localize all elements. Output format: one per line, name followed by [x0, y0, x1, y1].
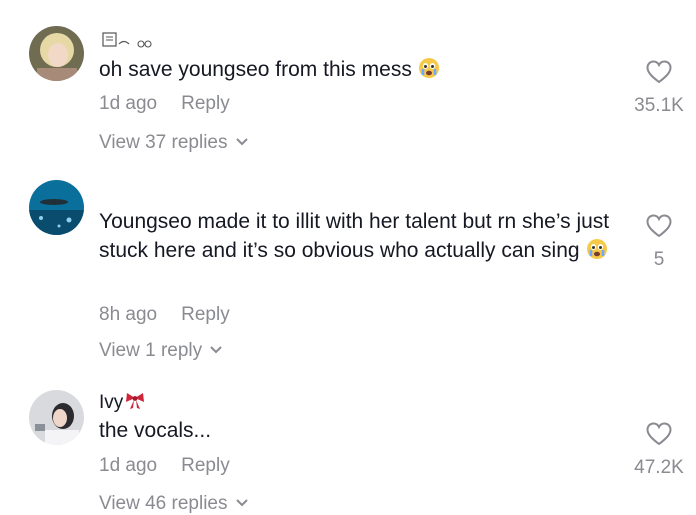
avatar[interactable] — [29, 390, 84, 445]
timestamp: 1d ago — [99, 93, 158, 114]
like-count: 5 — [653, 249, 665, 270]
chevron-down-icon — [235, 491, 248, 513]
timestamp: 1d ago — [99, 455, 158, 476]
comment-text: Youngseo made it to illit with her talen… — [99, 207, 624, 268]
username-symbols — [102, 32, 152, 48]
like-button[interactable]: 47.2K — [619, 422, 696, 479]
view-replies-button[interactable]: View 1 reply — [99, 338, 222, 362]
crying-face-emoji — [586, 238, 608, 268]
reply-button[interactable]: Reply — [181, 93, 230, 114]
reply-button[interactable]: Reply — [181, 455, 230, 476]
view-replies-button[interactable]: View 37 replies — [99, 130, 248, 154]
chevron-down-icon — [235, 130, 248, 152]
avatar[interactable] — [29, 180, 84, 235]
comment-meta: 8h ago Reply — [99, 304, 230, 326]
heart-outline-icon — [619, 422, 696, 451]
username[interactable] — [99, 30, 157, 56]
like-count: 35.1K — [634, 95, 684, 116]
reply-button[interactable]: Reply — [181, 304, 230, 325]
username[interactable]: Ivy — [99, 392, 145, 416]
comment-text: oh save youngseo from this mess — [99, 55, 624, 87]
like-button[interactable]: 35.1K — [619, 60, 696, 117]
like-count: 47.2K — [634, 457, 684, 478]
comment-text: the vocals... — [99, 419, 212, 442]
comment-meta: 1d ago Reply — [99, 93, 230, 115]
comment-meta: 1d ago Reply — [99, 455, 230, 477]
view-replies-button[interactable]: View 46 replies — [99, 491, 248, 515]
timestamp: 8h ago — [99, 304, 158, 325]
avatar[interactable] — [29, 26, 84, 81]
heart-outline-icon — [619, 214, 696, 243]
heart-outline-icon — [619, 60, 696, 89]
ribbon-bow-emoji — [125, 392, 145, 416]
crying-face-emoji — [418, 57, 440, 87]
chevron-down-icon — [210, 338, 222, 360]
like-button[interactable]: 5 — [619, 214, 696, 271]
